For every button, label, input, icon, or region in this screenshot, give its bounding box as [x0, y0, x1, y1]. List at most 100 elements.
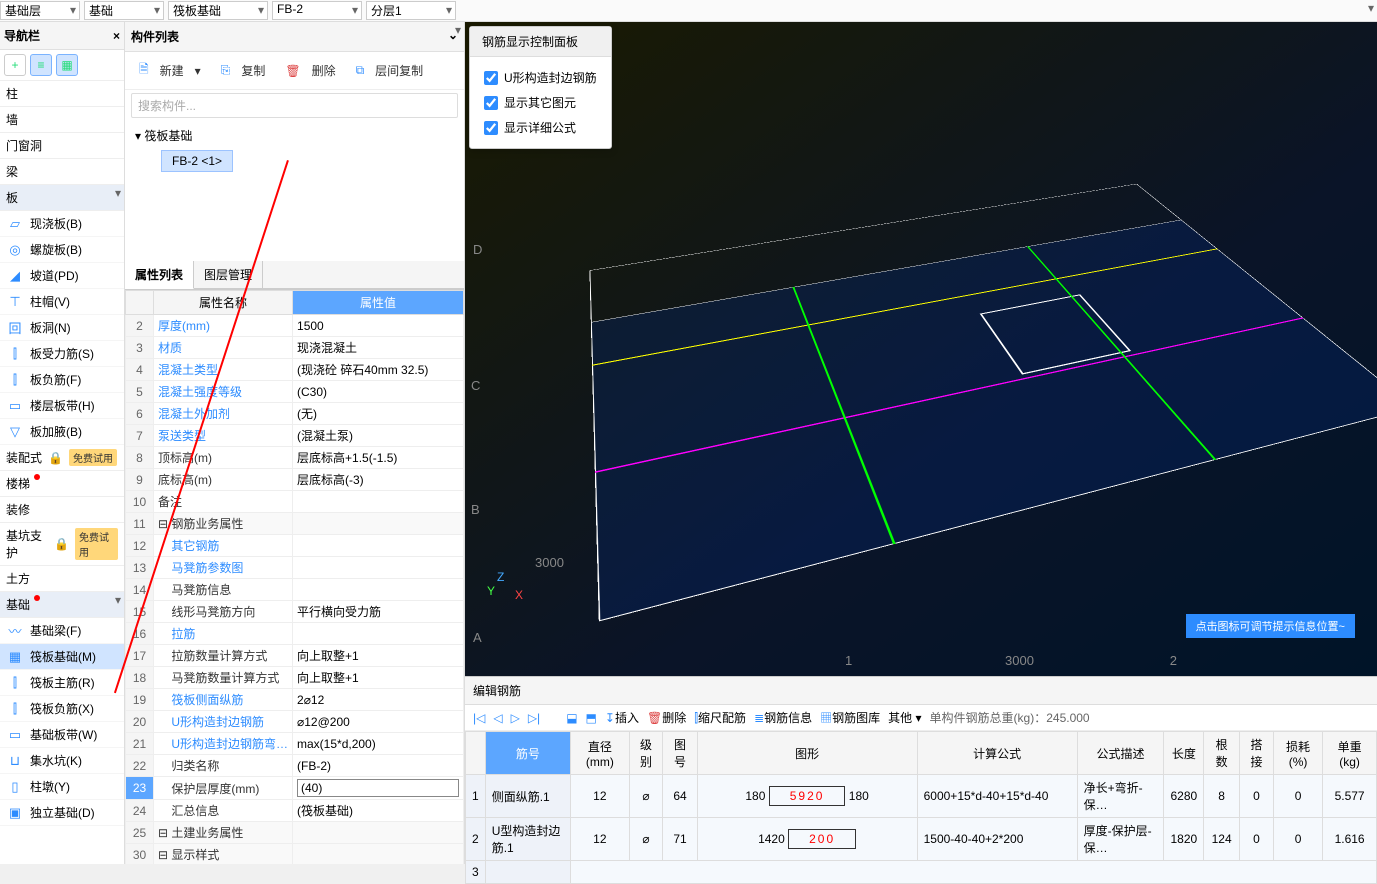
nav-tool-list[interactable]: ≡: [30, 54, 52, 76]
prop-row[interactable]: 12 其它钢筋: [126, 535, 464, 557]
prop-row[interactable]: 21 U形构造封边钢筋弯…max(15*d,200): [126, 733, 464, 755]
sel-type[interactable]: 筏板基础: [168, 1, 268, 20]
nav-item-cap[interactable]: ⊤柱帽(V): [0, 289, 124, 315]
prop-row[interactable]: 15 线形马凳筋方向平行横向受力筋: [126, 601, 464, 623]
search-input[interactable]: 搜索构件...: [131, 93, 458, 118]
nav-cat-wall[interactable]: 墙: [0, 107, 124, 133]
nav-cat-stair[interactable]: 楼梯: [0, 471, 124, 497]
prop-row[interactable]: 5混凝土强度等级(C30): [126, 381, 464, 403]
btn-delete[interactable]: 🗑删除: [277, 56, 343, 85]
btn-scale[interactable]: ⫿缩尺配筋: [694, 709, 746, 726]
tool-b-icon[interactable]: ⬒: [586, 711, 597, 725]
prop-row[interactable]: 25⊟ 土建业务属性: [126, 822, 464, 844]
nav-item-strip[interactable]: ▭楼层板带(H): [0, 393, 124, 419]
prop-row[interactable]: 14 马凳筋信息: [126, 579, 464, 601]
rebar-edit-panel: 编辑钢筋 |◁ ◁ ▷ ▷| ⬓ ⬒ ↧插入 🗑删除 ⫿缩尺配筋 ≣钢筋信息 ▦…: [465, 676, 1377, 864]
nav-item-rebar-f[interactable]: ⫿板负筋(F): [0, 367, 124, 393]
nav-cat-beam[interactable]: 梁: [0, 159, 124, 185]
tool-a-icon[interactable]: ⬓: [566, 711, 577, 725]
nav-cat-opening[interactable]: 门窗洞: [0, 133, 124, 159]
nav-prev-icon[interactable]: ◁: [493, 711, 502, 725]
panel-title: 钢筋显示控制面板: [470, 27, 611, 57]
nav-last-icon[interactable]: ▷|: [528, 711, 540, 725]
nav-item-ramp[interactable]: ◢坡道(PD): [0, 263, 124, 289]
nav-item-haunch[interactable]: ▽板加腋(B): [0, 419, 124, 445]
sel-element[interactable]: FB-2: [272, 1, 362, 20]
prop-row[interactable]: 20 U形构造封边钢筋⌀12@200: [126, 711, 464, 733]
btn-lib[interactable]: ▦钢筋图库: [820, 709, 880, 726]
nav-item-raft-main[interactable]: ⫿筏板主筋(R): [0, 670, 124, 696]
prop-row[interactable]: 4混凝土类型(现浇砼 碎石40mm 32.5): [126, 359, 464, 381]
nav-item-pier[interactable]: ▯柱墩(Y): [0, 774, 124, 800]
rebar-icon: ⫿: [6, 347, 24, 361]
prop-row[interactable]: 16 拉筋: [126, 623, 464, 645]
rebar-row-1[interactable]: 1侧面纵筋.112⌀64 180 5920 180 6000+15*d-40+1…: [466, 775, 1377, 818]
nav-item-fstrip[interactable]: ▭基础板带(W): [0, 722, 124, 748]
prop-row[interactable]: 11⊟ 钢筋业务属性: [126, 513, 464, 535]
sel-layer[interactable]: 分层1: [366, 1, 456, 20]
nav-first-icon[interactable]: |◁: [473, 711, 485, 725]
btn-del[interactable]: 🗑删除: [647, 709, 686, 726]
nav-item-isofoot[interactable]: ▣独立基础(D): [0, 800, 124, 826]
tree-root[interactable]: ▾ 筏板基础: [135, 125, 454, 146]
nav-cat-earth[interactable]: 土方: [0, 566, 124, 592]
col-name: 属性名称: [154, 291, 293, 315]
nav-cat-column[interactable]: 柱: [0, 81, 124, 107]
nav-title: 导航栏×: [0, 22, 124, 50]
btn-copy[interactable]: ⎘复制: [213, 56, 274, 85]
tree-leaf[interactable]: FB-2 <1>: [161, 150, 233, 172]
nav-cat-foundation[interactable]: 基础: [0, 592, 124, 618]
prop-row[interactable]: 13 马凳筋参数图: [126, 557, 464, 579]
chk-other-elem[interactable]: 显示其它图元: [484, 90, 597, 115]
btn-other[interactable]: 其他 ▾: [888, 709, 921, 726]
nav-item-sump[interactable]: ⊔集水坑(K): [0, 748, 124, 774]
prop-row[interactable]: 23 保护层厚度(mm): [126, 777, 464, 800]
tab-properties[interactable]: 属性列表: [125, 261, 194, 289]
nav-item-slab-b[interactable]: ▱现浇板(B): [0, 211, 124, 237]
prop-row[interactable]: 3材质现浇混凝土: [126, 337, 464, 359]
prop-row[interactable]: 2厚度(mm)1500: [126, 315, 464, 337]
nav-item-fbeam[interactable]: 〰基础梁(F): [0, 618, 124, 644]
prop-row[interactable]: 22 归类名称(FB-2): [126, 755, 464, 777]
prop-row[interactable]: 6混凝土外加剂(无): [126, 403, 464, 425]
nav-cat-slab[interactable]: 板: [0, 185, 124, 211]
prop-row[interactable]: 9底标高(m)层底标高(-3): [126, 469, 464, 491]
nav-item-hole[interactable]: 回板洞(N): [0, 315, 124, 341]
rebar-title: 编辑钢筋: [465, 677, 1377, 705]
btn-info[interactable]: ≣钢筋信息: [754, 709, 812, 726]
viewport-column: 钢筋显示控制面板 U形构造封边钢筋 显示其它图元 显示详细公式 Z: [465, 22, 1377, 864]
info-icon: ≣: [754, 711, 764, 725]
btn-layer-copy[interactable]: ⧉层间复制: [348, 56, 432, 85]
nav-tool-grid[interactable]: ▦: [56, 54, 78, 76]
nav-cat-pit[interactable]: 基坑支护🔒免费试用: [0, 523, 124, 566]
nav-tool-add[interactable]: +: [4, 54, 26, 76]
viewport-3d[interactable]: 钢筋显示控制面板 U形构造封边钢筋 显示其它图元 显示详细公式 Z: [465, 22, 1377, 682]
btn-new[interactable]: 🗎新建▾: [131, 56, 209, 85]
rebar-control-panel: 钢筋显示控制面板 U形构造封边钢筋 显示其它图元 显示详细公式: [469, 26, 612, 149]
nav-cat-finish[interactable]: 装修: [0, 497, 124, 523]
rebar-icon: ⫿: [6, 676, 24, 690]
prop-row[interactable]: 19 筏板侧面纵筋2⌀12: [126, 689, 464, 711]
nav-item-raft-neg[interactable]: ⫿筏板负筋(X): [0, 696, 124, 722]
sel-floor[interactable]: 基础层: [0, 1, 80, 20]
prop-row[interactable]: 7泵送类型(混凝土泵): [126, 425, 464, 447]
nav-item-spiral[interactable]: ◎螺旋板(B): [0, 237, 124, 263]
nav-item-raft[interactable]: ▦筏板基础(M): [0, 644, 124, 670]
prop-row[interactable]: 17 拉筋数量计算方式向上取整+1: [126, 645, 464, 667]
collapse-icon[interactable]: ×: [113, 29, 120, 43]
nav-next-icon[interactable]: ▷: [511, 711, 520, 725]
chk-u-rebar[interactable]: U形构造封边钢筋: [484, 65, 597, 90]
rebar-row-2[interactable]: 2U型构造封边筋.112⌀71 1420 200 1500-40-40+2*20…: [466, 818, 1377, 861]
prop-row[interactable]: 18 马凳筋数量计算方式向上取整+1: [126, 667, 464, 689]
btn-insert[interactable]: ↧插入: [605, 709, 639, 726]
prop-row[interactable]: 8顶标高(m)层底标高+1.5(-1.5): [126, 447, 464, 469]
list-title: 构件列表⌄: [125, 22, 464, 52]
beam-icon: 〰: [6, 624, 24, 638]
chk-formula[interactable]: 显示详细公式: [484, 115, 597, 140]
sel-category[interactable]: 基础: [84, 1, 164, 20]
prop-row[interactable]: 24 汇总信息(筏板基础): [126, 800, 464, 822]
prop-row[interactable]: 30⊟ 显示样式: [126, 844, 464, 865]
lib-icon: ▦: [820, 711, 832, 725]
nav-item-rebar-s[interactable]: ⫿板受力筋(S): [0, 341, 124, 367]
nav-cat-precast[interactable]: 装配式🔒免费试用: [0, 445, 124, 471]
